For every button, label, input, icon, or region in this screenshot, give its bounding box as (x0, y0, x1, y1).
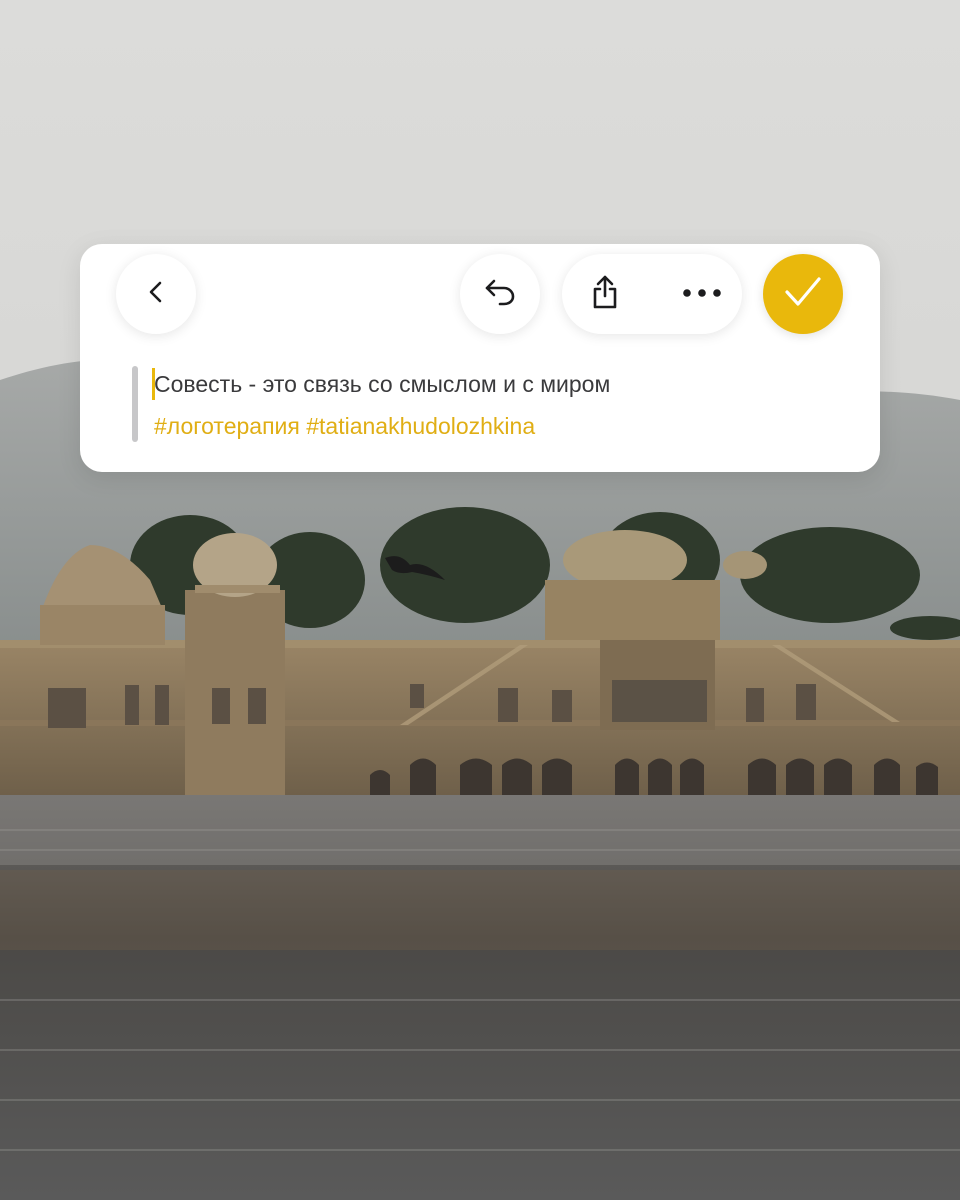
share-button[interactable] (565, 254, 645, 334)
undo-button[interactable] (460, 254, 540, 334)
actions-pill (562, 254, 742, 334)
background-photo (0, 0, 960, 1200)
share-icon (590, 274, 620, 315)
more-horizontal-icon (682, 285, 722, 303)
note-hashtags: #логотерапия #tatianakhudolozhkina (154, 413, 536, 439)
back-button[interactable] (116, 254, 196, 334)
note-editor-card: Совесть - это связь со смыслом и с миром… (80, 244, 880, 472)
note-text: Совесть - это связь со смыслом и с миром (154, 371, 611, 397)
done-button[interactable] (763, 254, 843, 334)
screen: Совесть - это связь со смыслом и с миром… (0, 0, 960, 1200)
more-button[interactable] (662, 254, 742, 334)
chevron-left-icon (143, 279, 169, 310)
undo-icon (483, 277, 517, 312)
checkmark-icon (783, 275, 823, 314)
note-text-editor[interactable]: Совесть - это связь со смыслом и с миром… (132, 364, 832, 444)
quote-bar (132, 366, 138, 442)
